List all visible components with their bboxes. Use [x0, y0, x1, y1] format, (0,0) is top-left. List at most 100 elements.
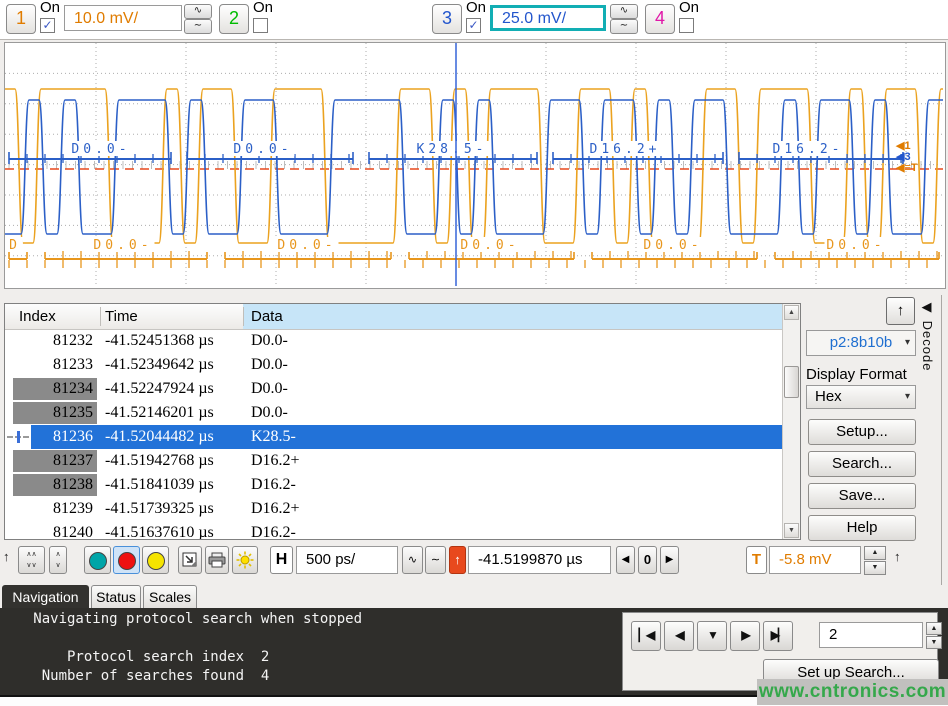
setup-button[interactable]: Setup...: [808, 419, 916, 445]
trigger-level-field[interactable]: -5.8 mV: [769, 546, 861, 574]
status-text: Navigating protocol search when stopped …: [8, 610, 362, 686]
help-button[interactable]: Help: [808, 515, 916, 541]
cell-time: -41.51942768 µs: [105, 449, 214, 473]
channel-3-on-checkbox[interactable]: ✓: [466, 18, 481, 33]
panel-collapse-up-button[interactable]: ↑: [886, 297, 915, 325]
table-row[interactable]: 81237-41.51942768 µsD16.2+: [5, 449, 783, 473]
cell-index: 81236: [13, 426, 97, 448]
go-down-button[interactable]: ▼: [697, 621, 727, 651]
channel-1-button[interactable]: 1: [6, 4, 36, 34]
table-row[interactable]: 81235-41.52146201 µsD0.0-: [5, 401, 783, 425]
up-arrow-icon: ↑: [454, 552, 461, 567]
column-header-data[interactable]: Data: [251, 308, 283, 325]
channel-2-button[interactable]: 2: [219, 4, 249, 34]
trigger-level-marker[interactable]: ◀≡T: [896, 163, 948, 174]
tab-scales[interactable]: Scales: [143, 585, 197, 608]
vertical-expand-stepper[interactable]: ∧∧ ∨∨: [18, 546, 45, 574]
channel-1-on-checkbox[interactable]: ✓: [40, 18, 55, 33]
screen-copy-button[interactable]: [178, 546, 202, 574]
left-arrow-icon: ◀: [622, 554, 630, 565]
scrollbar-thumb[interactable]: [784, 366, 799, 398]
waveform-display[interactable]: D0.0-D0.0-K28.5-D16.2+D16.2-DD0.0-D0.0-D…: [4, 42, 946, 289]
trigger-level-up-button[interactable]: ▲: [864, 546, 886, 560]
display-format-dropdown[interactable]: Hex▾: [806, 385, 916, 409]
collapse-arrow-icon[interactable]: ↑: [894, 549, 901, 564]
horizontal-position-field[interactable]: -41.5199870 µs: [468, 546, 611, 574]
waveform-scale-down-icon[interactable]: ∼: [184, 19, 212, 34]
bus-selector-dropdown[interactable]: p2:8b10b▾: [806, 330, 916, 356]
tab-status[interactable]: Status: [91, 585, 141, 608]
channel-1-scale-field[interactable]: 10.0 mV/: [64, 5, 182, 31]
cell-data: D16.2-: [251, 521, 296, 540]
index-down-button[interactable]: ▼: [926, 636, 942, 649]
up-arrow-icon: ↑: [897, 302, 905, 319]
scroll-down-icon[interactable]: ▼: [784, 523, 799, 538]
sun-icon: [236, 551, 254, 569]
channel-2-on-label: On: [253, 0, 273, 16]
column-header-index[interactable]: Index: [19, 308, 56, 325]
collapse-arrow-icon[interactable]: ↑: [3, 549, 10, 564]
waveform-scale-up-icon[interactable]: ∿: [184, 4, 212, 19]
column-separator[interactable]: [100, 307, 101, 326]
decode-panel-tab[interactable]: ◀ Decode: [920, 300, 935, 410]
cell-time: -41.52247924 µs: [105, 377, 214, 401]
display-brightness-button[interactable]: [232, 546, 258, 574]
trigger-menu-button[interactable]: T: [746, 546, 767, 574]
table-row[interactable]: 81234-41.52247924 µsD0.0-: [5, 377, 783, 401]
search-index-field[interactable]: 2: [819, 622, 923, 648]
horizontal-zoom-out-button[interactable]: ∿: [402, 546, 423, 574]
timebase-field[interactable]: 500 ps/: [296, 546, 398, 574]
stop-button[interactable]: [113, 546, 140, 574]
channel-2-on-checkbox[interactable]: [253, 18, 268, 33]
decode-listing-table: Index Time Data 81232-41.52451368 µsD0.0…: [4, 303, 801, 540]
decode-table-body: 81232-41.52451368 µsD0.0-81233-41.523496…: [5, 329, 783, 540]
go-last-button[interactable]: ▶▏: [763, 621, 793, 651]
table-scrollbar[interactable]: ▲ ▼: [782, 304, 800, 539]
display-format-label: Display Format: [806, 366, 907, 383]
column-separator[interactable]: [243, 307, 244, 326]
horizontal-menu-button[interactable]: H: [270, 546, 293, 574]
position-zero-button[interactable]: 0: [638, 546, 657, 574]
table-row[interactable]: 81238-41.51841039 µsD16.2-: [5, 473, 783, 497]
channel-4-on-checkbox[interactable]: [679, 18, 694, 33]
run-button[interactable]: [84, 546, 111, 574]
tab-navigation[interactable]: Navigation: [2, 585, 89, 608]
channel-2-on-group: On: [253, 0, 273, 33]
position-right-button[interactable]: ▶: [660, 546, 679, 574]
cell-time: -41.52451368 µs: [105, 329, 214, 353]
position-left-button[interactable]: ◀: [616, 546, 635, 574]
scroll-up-icon[interactable]: ▲: [784, 305, 799, 320]
single-button[interactable]: [142, 546, 169, 574]
pulse-icon: ∿: [408, 554, 417, 566]
cell-time: -41.52349642 µs: [105, 353, 214, 377]
table-row[interactable]: 81240-41.51637610 µsD16.2-: [5, 521, 783, 540]
horizontal-zoom-in-button[interactable]: ∼: [425, 546, 446, 574]
channel-3-button[interactable]: 3: [432, 4, 462, 34]
channel-3-on-group: On ✓: [466, 0, 486, 33]
column-header-time[interactable]: Time: [105, 308, 138, 325]
search-button[interactable]: Search...: [808, 451, 916, 477]
window-edge: [941, 295, 942, 585]
vertical-fine-stepper[interactable]: ∧ ∨: [49, 546, 67, 574]
save-button[interactable]: Save...: [808, 483, 916, 509]
table-row[interactable]: 81236-41.52044482 µsK28.5-: [5, 425, 783, 449]
go-previous-button[interactable]: ◀: [664, 621, 694, 651]
waveform-scale-down-icon[interactable]: ∼: [610, 19, 638, 34]
print-button[interactable]: [205, 546, 229, 574]
right-arrow-icon: ▶: [666, 554, 674, 565]
table-row[interactable]: 81232-41.52451368 µsD0.0-: [5, 329, 783, 353]
trigger-position-button[interactable]: ↑: [449, 546, 466, 574]
channel-toolbar: 1 On ✓ 10.0 mV/ ∿ ∼ 2 On 3 On ✓ 25.0 mV/…: [0, 0, 948, 40]
cell-data: D16.2+: [251, 449, 300, 473]
channel-4-button[interactable]: 4: [645, 4, 675, 34]
go-next-button[interactable]: ▶: [730, 621, 760, 651]
table-row[interactable]: 81233-41.52349642 µsD0.0-: [5, 353, 783, 377]
table-row[interactable]: 81239-41.51739325 µsD16.2+: [5, 497, 783, 521]
spin-up-icon: ▲: [872, 549, 879, 556]
index-up-button[interactable]: ▲: [926, 622, 942, 635]
channel-3-wave-buttons: ∿ ∼: [610, 4, 636, 32]
waveform-scale-up-icon[interactable]: ∿: [610, 4, 638, 19]
trigger-level-down-button[interactable]: ▼: [864, 561, 886, 575]
channel-3-scale-field[interactable]: 25.0 mV/: [490, 5, 606, 31]
go-first-button[interactable]: ▏◀: [631, 621, 661, 651]
